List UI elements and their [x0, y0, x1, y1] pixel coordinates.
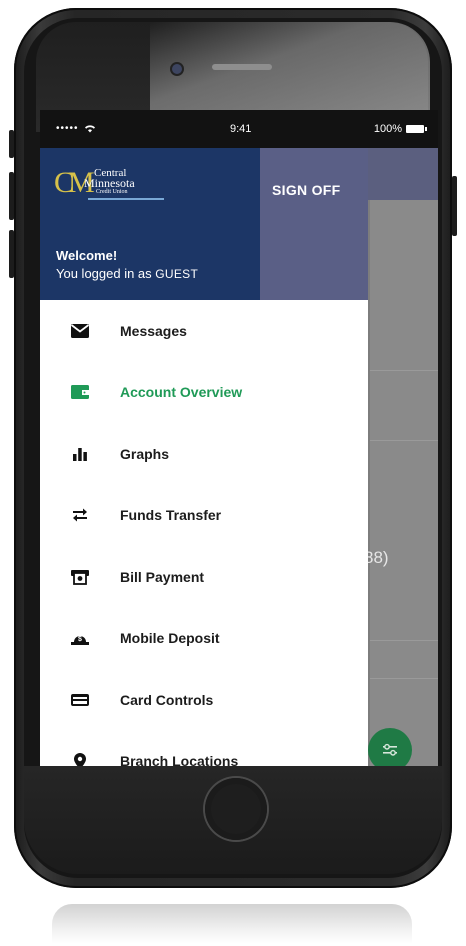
volume-button	[9, 130, 14, 158]
wifi-icon	[85, 125, 96, 133]
status-time: 9:41	[230, 123, 252, 135]
background-divider	[370, 678, 438, 679]
logged-in-text: You logged in as GUEST	[56, 266, 198, 281]
navigation-drawer: CM Central Minnesota Credit Union SIGN O…	[40, 148, 368, 766]
home-button[interactable]	[205, 778, 267, 840]
bill-icon	[71, 569, 89, 585]
signal-indicator: •••••	[56, 123, 96, 134]
drawer-header: CM Central Minnesota Credit Union SIGN O…	[40, 148, 368, 300]
battery-percent: 100%	[373, 123, 402, 135]
card-icon	[71, 693, 89, 706]
menu-label: Account Overview	[120, 384, 243, 401]
menu-label: Funds Transfer	[120, 507, 222, 524]
sign-off-button[interactable]: SIGN OFF	[266, 174, 360, 206]
username: GUEST	[155, 267, 199, 281]
earpiece-speaker	[212, 64, 272, 70]
envelope-icon	[70, 323, 90, 338]
background-fab-button[interactable]	[368, 728, 412, 766]
menu-item-card-controls[interactable]: Card Controls	[40, 669, 368, 731]
glass-reflection	[150, 22, 430, 122]
menu-item-branch-locations[interactable]: Branch Locations	[40, 731, 368, 766]
logged-in-prefix: You logged in as	[56, 266, 156, 281]
menu-label: Branch Locations	[120, 753, 239, 766]
logo-underline	[88, 198, 164, 200]
svg-text:$: $	[78, 636, 82, 643]
drawer-menu: Messages Account Overview Graphs Funds T…	[40, 300, 368, 766]
background-app-content	[370, 200, 438, 766]
logo-text: Central Minnesota Credit Union	[84, 167, 135, 196]
menu-label: Mobile Deposit	[120, 630, 220, 647]
menu-item-funds-transfer[interactable]: Funds Transfer	[40, 485, 368, 547]
menu-label: Bill Payment	[120, 568, 205, 585]
volume-up-button	[9, 172, 14, 220]
menu-item-bill-payment[interactable]: Bill Payment	[40, 546, 368, 608]
menu-item-messages[interactable]: Messages	[40, 300, 368, 362]
menu-item-account-overview[interactable]: Account Overview	[40, 362, 368, 424]
menu-label: Card Controls	[120, 691, 214, 708]
phone-screen: ••••• 9:41 100% 88) CM Central Minnesota…	[40, 110, 438, 766]
background-divider	[370, 640, 438, 641]
bar-chart-icon	[73, 447, 87, 461]
phone-reflection	[52, 904, 412, 944]
wallet-icon	[71, 385, 89, 400]
menu-label: Messages	[120, 322, 187, 339]
location-pin-icon	[74, 753, 86, 766]
drawer-header-shade	[260, 148, 368, 300]
menu-item-graphs[interactable]: Graphs	[40, 423, 368, 485]
welcome-heading: Welcome!	[56, 248, 118, 263]
battery-icon	[406, 125, 427, 133]
transfer-arrows-icon	[73, 508, 87, 522]
status-bar: ••••• 9:41 100%	[40, 110, 438, 148]
menu-item-mobile-deposit[interactable]: $ Mobile Deposit	[40, 608, 368, 670]
sliders-icon	[383, 743, 397, 756]
volume-down-button	[9, 230, 14, 278]
menu-label: Graphs	[120, 445, 170, 462]
power-button	[452, 176, 457, 236]
credit-union-logo: CM Central Minnesota Credit Union	[54, 164, 174, 214]
front-camera	[172, 64, 182, 74]
background-divider	[370, 370, 438, 371]
deposit-icon: $	[71, 636, 89, 646]
battery-indicator: 100%	[373, 123, 427, 135]
background-divider	[370, 440, 438, 441]
